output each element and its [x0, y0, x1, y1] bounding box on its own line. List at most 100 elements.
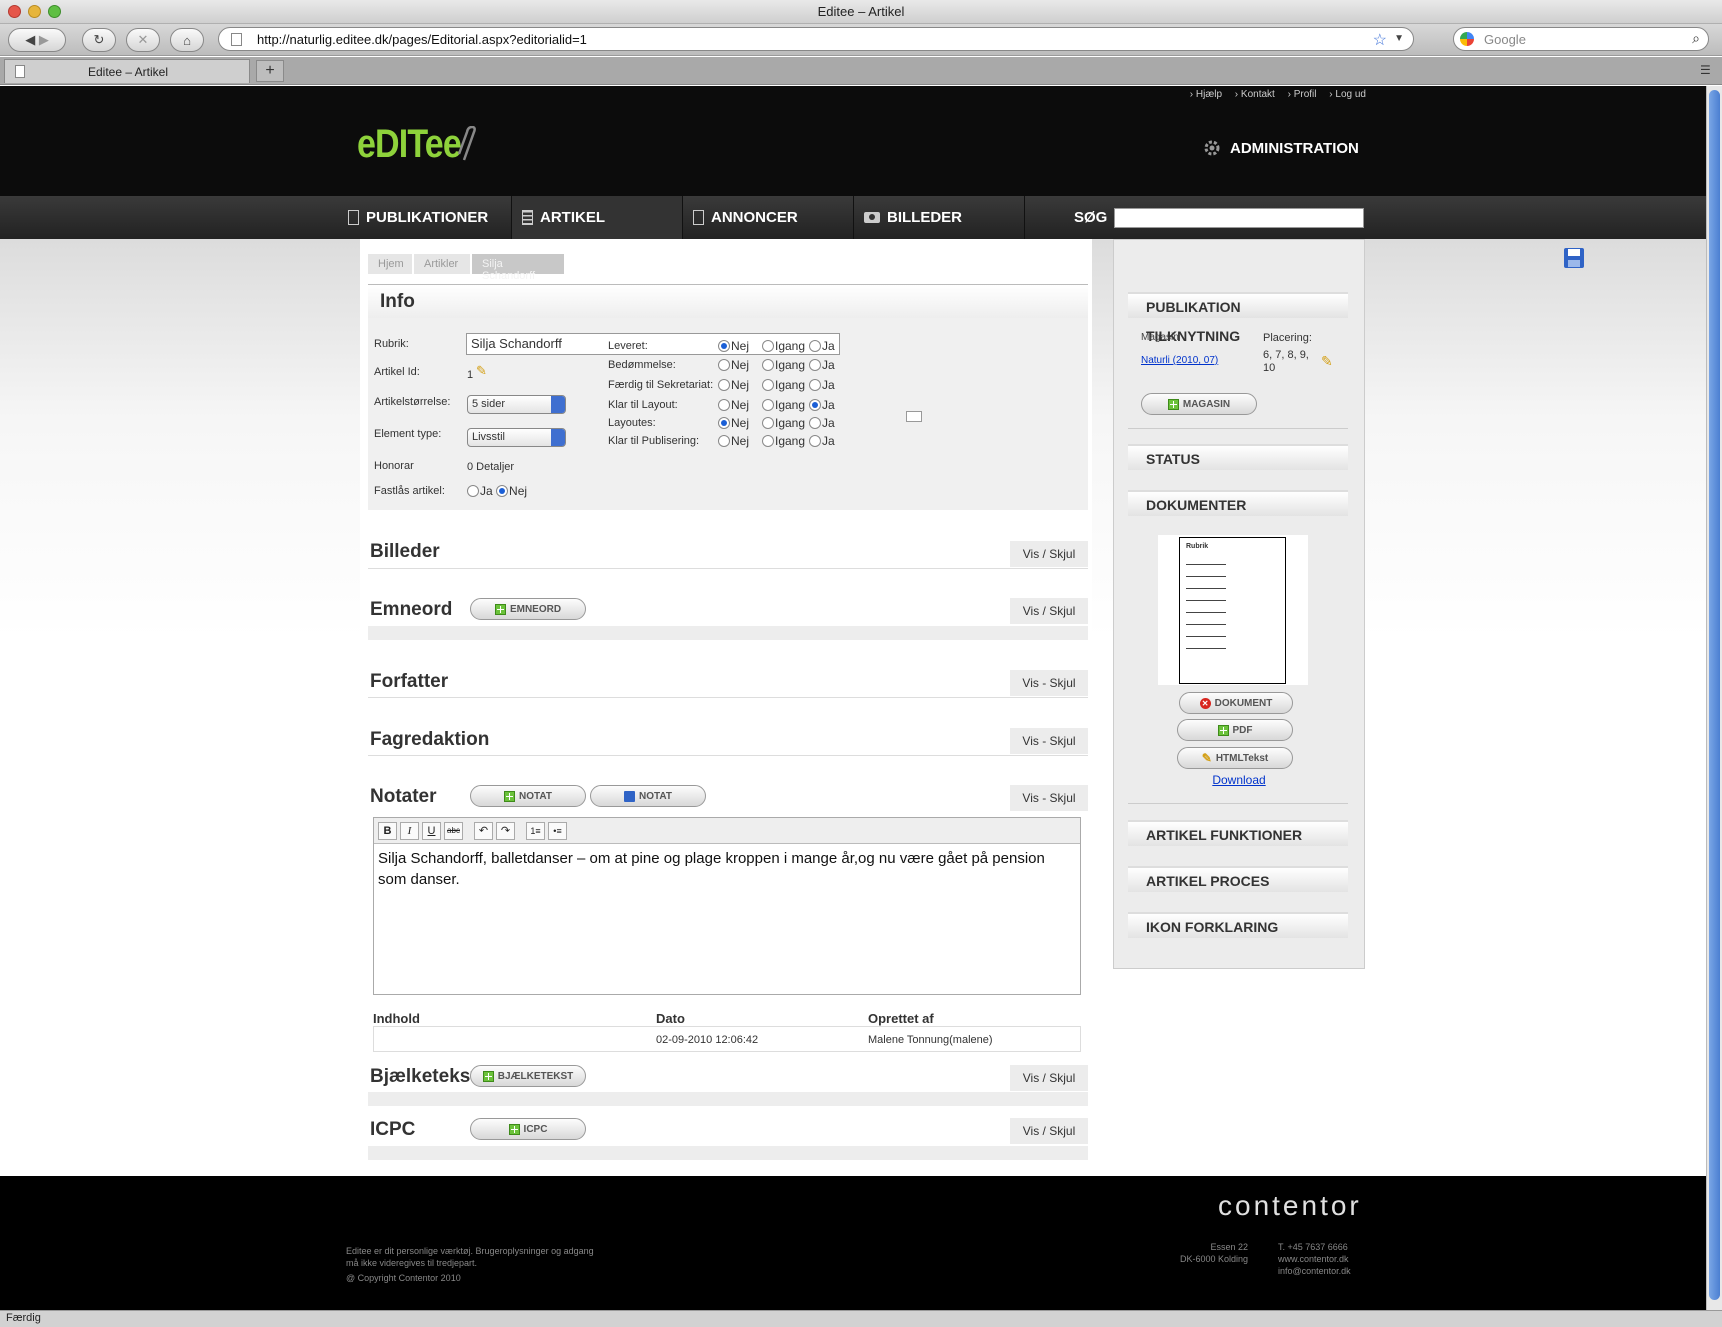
status-radio-nej[interactable]	[718, 399, 730, 411]
save-notat-button[interactable]: NOTAT	[590, 785, 706, 807]
status-radio-igang[interactable]	[762, 417, 774, 429]
administration-link[interactable]: ADMINISTRATION	[1202, 138, 1359, 158]
icpc-toggle[interactable]: Vis / Skjul	[1010, 1118, 1088, 1144]
help-link[interactable]: › Hjælp	[1190, 89, 1222, 100]
artikel-funktioner-heading[interactable]: ARTIKEL FUNKTIONER	[1128, 820, 1348, 846]
nav-label[interactable]: PUBLIKATIONER	[366, 209, 488, 226]
nav-label[interactable]: BILLEDER	[887, 209, 962, 226]
search-engine-field[interactable]: Google ⌕	[1453, 27, 1709, 51]
add-icpc-button[interactable]: ICPC	[470, 1118, 586, 1140]
unordered-list-button[interactable]: •≡	[548, 822, 567, 840]
table-row[interactable]: 02-09-2010 12:06:42 Malene Tonnung(malen…	[373, 1026, 1081, 1052]
fagredaktion-toggle[interactable]: Vis - Skjul	[1010, 728, 1088, 754]
status-radio-igang[interactable]	[762, 399, 774, 411]
contact-link[interactable]: › Kontakt	[1235, 89, 1275, 100]
profile-link[interactable]: › Profil	[1288, 89, 1317, 100]
undo-button[interactable]: ↶	[474, 822, 493, 840]
status-radio-nej[interactable]	[718, 359, 730, 371]
tab-label[interactable]: Editee – Artikel	[5, 65, 251, 79]
artikel-proces-heading[interactable]: ARTIKEL PROCES	[1128, 866, 1348, 892]
nav-label[interactable]: ARTIKEL	[540, 209, 605, 226]
status-radio-ja[interactable]	[809, 379, 821, 391]
site-search-input[interactable]	[1114, 208, 1364, 228]
bookmark-star-icon[interactable]: ☆	[1373, 30, 1387, 50]
tab-list-icon[interactable]: ☰	[1700, 63, 1711, 77]
element-type-select[interactable]: Livsstil	[467, 428, 566, 447]
nav-label[interactable]: ANNONCER	[711, 209, 798, 226]
notater-toggle[interactable]: Vis - Skjul	[1010, 785, 1088, 811]
pdf-button[interactable]: PDF	[1177, 719, 1293, 741]
nav-artikel[interactable]: ARTIKEL	[512, 196, 683, 239]
fastlaas-nej-radio[interactable]	[496, 485, 509, 497]
magasin-link[interactable]: Naturli (2010, 07)	[1141, 355, 1218, 366]
underline-button[interactable]: U	[422, 822, 441, 840]
new-tab-button[interactable]: +	[256, 60, 284, 82]
edit-pencil-icon[interactable]: ✎	[476, 363, 487, 379]
publikation-heading[interactable]: PUBLIKATION	[1128, 292, 1348, 318]
status-radio-nej[interactable]	[718, 435, 730, 447]
stop-button[interactable]: ✕	[126, 28, 160, 52]
nav-billeder[interactable]: BILLEDER	[854, 196, 1025, 239]
status-radio-nej[interactable]	[718, 379, 730, 391]
vertical-scrollbar[interactable]	[1706, 86, 1722, 1310]
breadcrumb-artikler[interactable]: Artikler	[414, 254, 470, 274]
google-icon[interactable]	[1460, 32, 1474, 46]
edit-pencil-icon[interactable]: ✎	[1321, 353, 1333, 370]
contentor-logo[interactable]: contentor	[1218, 1190, 1362, 1222]
add-emneord-button[interactable]: EMNEORD	[470, 598, 586, 620]
nav-publikationer[interactable]: PUBLIKATIONER	[338, 196, 512, 239]
status-radio-ja[interactable]	[809, 417, 821, 429]
status-radio-ja[interactable]	[809, 340, 821, 352]
document-thumbnail[interactable]: Rubrik	[1158, 535, 1308, 685]
status-radio-igang[interactable]	[762, 435, 774, 447]
home-button[interactable]: ⌂	[170, 28, 204, 52]
url-dropdown-icon[interactable]: ▼	[1394, 33, 1404, 44]
status-radio-igang[interactable]	[762, 379, 774, 391]
ordered-list-button[interactable]: 1≡	[526, 822, 545, 840]
redo-button[interactable]: ↷	[496, 822, 515, 840]
scrollbar-thumb[interactable]	[1709, 90, 1720, 1300]
status-radio-igang[interactable]	[762, 340, 774, 352]
status-radio-nej[interactable]	[718, 340, 730, 352]
editor-content[interactable]: Silja Schandorff, balletdanser – om at p…	[378, 848, 1068, 890]
logout-link[interactable]: › Log ud	[1329, 89, 1366, 100]
administration-label[interactable]: ADMINISTRATION	[1230, 140, 1359, 157]
status-radio-nej[interactable]	[718, 417, 730, 429]
fastlaas-ja-radio[interactable]	[467, 485, 479, 497]
nav-annoncer[interactable]: ANNONCER	[683, 196, 854, 239]
billeder-toggle[interactable]: Vis / Skjul	[1010, 541, 1088, 567]
breadcrumb-home[interactable]: Hjem	[368, 254, 412, 274]
delete-dokument-button[interactable]: ✕ DOKUMENT	[1179, 692, 1293, 714]
forward-icon[interactable]: ▶	[39, 32, 49, 48]
strikethrough-button[interactable]: abc	[444, 822, 463, 840]
url-bar[interactable]: http://naturlig.editee.dk/pages/Editoria…	[218, 27, 1414, 51]
status-radio-ja[interactable]	[809, 399, 821, 411]
editee-logo[interactable]: eDITee	[357, 122, 462, 167]
website-link[interactable]: www.contentor.dk	[1278, 1253, 1351, 1265]
status-heading[interactable]: STATUS	[1128, 444, 1348, 470]
save-icon[interactable]	[1563, 247, 1585, 269]
add-notat-button[interactable]: NOTAT	[470, 785, 586, 807]
status-radio-igang[interactable]	[762, 359, 774, 371]
email-link[interactable]: info@contentor.dk	[1278, 1265, 1351, 1277]
browser-tab[interactable]: Editee – Artikel	[4, 59, 250, 83]
ikon-forklaring-heading[interactable]: IKON FORKLARING	[1128, 912, 1348, 938]
url-text[interactable]: http://naturlig.editee.dk/pages/Editoria…	[257, 32, 587, 47]
back-forward-button[interactable]: ◀ ▶	[8, 28, 66, 52]
italic-button[interactable]: I	[400, 822, 419, 840]
search-icon[interactable]: ⌕	[1692, 30, 1700, 47]
dokumenter-heading[interactable]: DOKUMENTER	[1128, 490, 1348, 516]
back-icon[interactable]: ◀	[25, 32, 35, 48]
forfatter-toggle[interactable]: Vis - Skjul	[1010, 670, 1088, 696]
bjaelketekst-toggle[interactable]: Vis / Skjul	[1010, 1065, 1088, 1091]
status-radio-ja[interactable]	[809, 359, 821, 371]
status-radio-ja[interactable]	[809, 435, 821, 447]
emneord-toggle[interactable]: Vis / Skjul	[1010, 598, 1088, 624]
download-link[interactable]: Download	[1114, 773, 1364, 787]
add-bjaelketekst-button[interactable]: BJÆLKETEKST	[470, 1065, 586, 1087]
htmltekst-button[interactable]: ✎ HTMLTekst	[1177, 747, 1293, 769]
artikelstorrelse-select[interactable]: 5 sider	[467, 395, 566, 414]
bold-button[interactable]: B	[378, 822, 397, 840]
add-magasin-button[interactable]: MAGASIN	[1141, 393, 1257, 415]
envelope-icon[interactable]	[906, 411, 922, 422]
